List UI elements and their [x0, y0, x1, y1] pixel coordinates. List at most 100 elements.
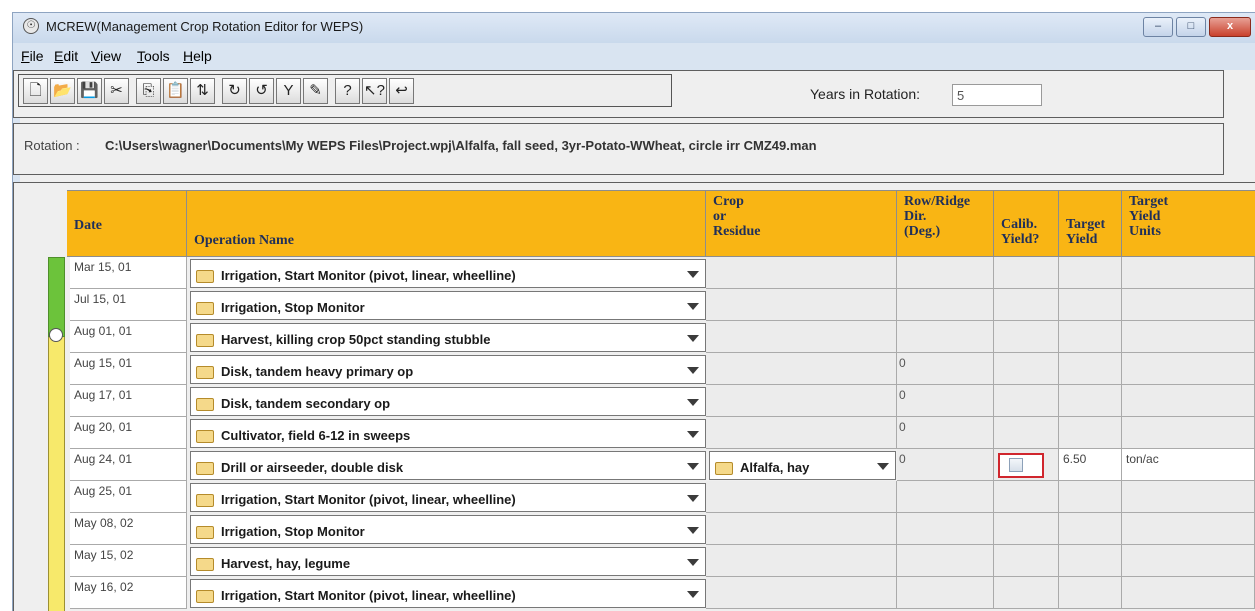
timeline-handle[interactable] [49, 328, 63, 342]
target-yield-units-cell[interactable] [1122, 257, 1255, 289]
target-yield-cell[interactable]: 6.50 [1059, 449, 1122, 481]
close-button[interactable]: x [1209, 17, 1251, 37]
target-yield-cell[interactable] [1059, 321, 1122, 353]
context-help-button[interactable]: ↖? [362, 78, 387, 104]
chevron-down-icon[interactable] [687, 431, 699, 438]
target-yield-units-cell[interactable] [1122, 577, 1255, 609]
target-yield-cell[interactable] [1059, 417, 1122, 449]
undo-button[interactable]: ↺ [249, 78, 274, 104]
date-cell[interactable]: May 15, 02 [70, 545, 187, 577]
operation-dropdown[interactable]: Disk, tandem secondary op [190, 387, 706, 416]
crop-cell[interactable] [706, 289, 897, 321]
operation-dropdown[interactable]: Irrigation, Start Monitor (pivot, linear… [190, 259, 706, 288]
target-yield-cell[interactable] [1059, 577, 1122, 609]
header-row-ridge-dir[interactable]: Row/Ridge Dir. (Deg.) [897, 190, 994, 257]
chevron-down-icon[interactable] [687, 399, 699, 406]
calib-yield-cell[interactable] [994, 385, 1059, 417]
row-ridge-dir-cell[interactable]: 0 [897, 449, 994, 481]
target-yield-units-cell[interactable] [1122, 513, 1255, 545]
target-yield-units-cell[interactable] [1122, 353, 1255, 385]
target-yield-cell[interactable] [1059, 257, 1122, 289]
header-crop[interactable]: Crop or Residue [706, 190, 897, 257]
edit-pencil-button[interactable]: ✎ [303, 78, 328, 104]
row-ridge-dir-cell[interactable]: 0 [897, 353, 994, 385]
menu-edit[interactable]: Edit [54, 48, 78, 64]
crop-cell[interactable] [706, 321, 897, 353]
crop-cell[interactable] [706, 513, 897, 545]
row-ridge-dir-cell[interactable]: 0 [897, 385, 994, 417]
operation-dropdown[interactable]: Disk, tandem heavy primary op [190, 355, 706, 384]
calib-yield-cell[interactable] [994, 321, 1059, 353]
target-yield-units-cell[interactable] [1122, 417, 1255, 449]
menu-tools[interactable]: Tools [137, 48, 170, 64]
calib-yield-cell[interactable] [994, 353, 1059, 385]
calib-yield-cell[interactable] [994, 257, 1059, 289]
crop-dropdown[interactable]: Alfalfa, hay [709, 451, 896, 480]
row-ridge-dir-cell[interactable] [897, 257, 994, 289]
chevron-down-icon[interactable] [687, 367, 699, 374]
date-cell[interactable]: Aug 25, 01 [70, 481, 187, 513]
operation-dropdown[interactable]: Harvest, killing crop 50pct standing stu… [190, 323, 706, 352]
cut-button[interactable]: ✂ [104, 78, 129, 104]
date-cell[interactable]: Aug 01, 01 [70, 321, 187, 353]
date-cell[interactable]: Aug 24, 01 [70, 449, 187, 481]
sort-button[interactable]: ⇅ [190, 78, 215, 104]
row-ridge-dir-cell[interactable] [897, 577, 994, 609]
operation-dropdown[interactable]: Harvest, hay, legume [190, 547, 706, 576]
menu-view[interactable]: View [91, 48, 121, 64]
chevron-down-icon[interactable] [687, 271, 699, 278]
header-calib-yield[interactable]: Calib. Yield? [994, 190, 1059, 257]
help-button[interactable]: ? [335, 78, 360, 104]
open-folder-button[interactable]: 📂 [50, 78, 75, 104]
date-cell[interactable]: Aug 15, 01 [70, 353, 187, 385]
operation-dropdown[interactable]: Irrigation, Start Monitor (pivot, linear… [190, 483, 706, 512]
crop-cell[interactable] [706, 577, 897, 609]
calib-yield-cell[interactable] [994, 481, 1059, 513]
operation-dropdown[interactable]: Cultivator, field 6-12 in sweeps [190, 419, 706, 448]
date-cell[interactable]: Aug 20, 01 [70, 417, 187, 449]
date-cell[interactable]: Aug 17, 01 [70, 385, 187, 417]
new-file-button[interactable]: 🗋 [23, 78, 48, 104]
header-target-yield-units[interactable]: Target Yield Units [1122, 190, 1255, 257]
target-yield-units-cell[interactable]: ton/ac [1122, 449, 1255, 481]
crop-cell[interactable] [706, 385, 897, 417]
date-cell[interactable]: May 08, 02 [70, 513, 187, 545]
crop-cell[interactable] [706, 545, 897, 577]
paste-button[interactable]: 📋 [163, 78, 188, 104]
date-cell[interactable]: Jul 15, 01 [70, 289, 187, 321]
target-yield-units-cell[interactable] [1122, 481, 1255, 513]
minimize-button[interactable]: – [1143, 17, 1173, 37]
target-yield-cell[interactable] [1059, 513, 1122, 545]
row-ridge-dir-cell[interactable] [897, 289, 994, 321]
title-bar[interactable]: ☉ MCREW(Management Crop Rotation Editor … [13, 13, 1255, 43]
target-yield-units-cell[interactable] [1122, 321, 1255, 353]
chevron-down-icon[interactable] [687, 335, 699, 342]
chevron-down-icon[interactable] [687, 463, 699, 470]
target-yield-units-cell[interactable] [1122, 545, 1255, 577]
crop-cell[interactable] [706, 257, 897, 289]
row-ridge-dir-cell[interactable] [897, 545, 994, 577]
crop-cell[interactable] [706, 417, 897, 449]
header-target-yield[interactable]: Target Yield [1059, 190, 1122, 257]
operation-dropdown[interactable]: Irrigation, Start Monitor (pivot, linear… [190, 579, 706, 608]
maximize-button[interactable]: □ [1176, 17, 1206, 37]
target-yield-cell[interactable] [1059, 385, 1122, 417]
calib-yield-cell[interactable] [994, 417, 1059, 449]
operation-dropdown[interactable]: Drill or airseeder, double disk [190, 451, 706, 480]
target-yield-units-cell[interactable] [1122, 385, 1255, 417]
date-cell[interactable]: May 16, 02 [70, 577, 187, 609]
years-in-rotation-input[interactable] [952, 84, 1042, 106]
target-yield-cell[interactable] [1059, 481, 1122, 513]
row-ridge-dir-cell[interactable]: 0 [897, 417, 994, 449]
calib-yield-cell[interactable] [994, 545, 1059, 577]
target-yield-cell[interactable] [1059, 545, 1122, 577]
chevron-down-icon[interactable] [687, 559, 699, 566]
chevron-down-icon[interactable] [687, 527, 699, 534]
menu-help[interactable]: Help [183, 48, 212, 64]
crop-cell[interactable] [706, 353, 897, 385]
operation-dropdown[interactable]: Irrigation, Stop Monitor [190, 515, 706, 544]
chevron-down-icon[interactable] [687, 303, 699, 310]
row-ridge-dir-cell[interactable] [897, 481, 994, 513]
filter-button[interactable]: Y [276, 78, 301, 104]
target-yield-cell[interactable] [1059, 353, 1122, 385]
